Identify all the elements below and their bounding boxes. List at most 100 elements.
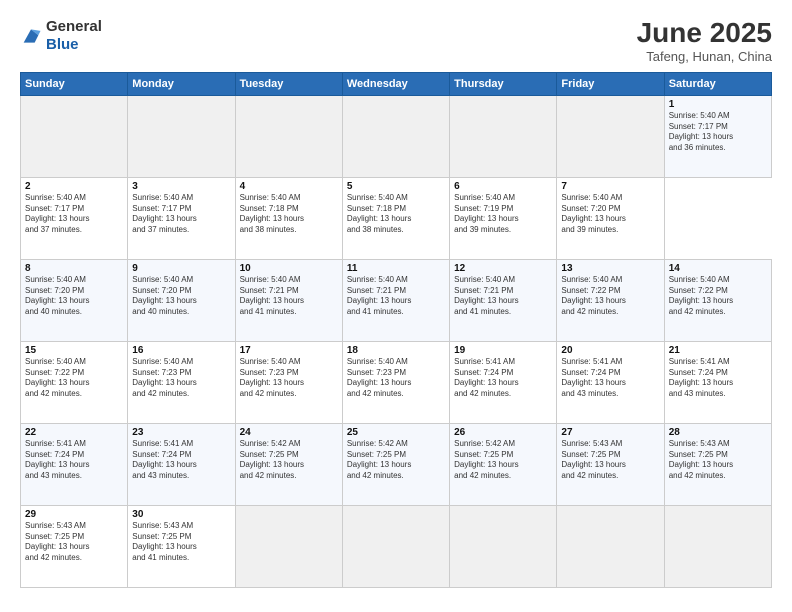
cell-3-2: 17Sunrise: 5:40 AM Sunset: 7:23 PM Dayli…	[235, 341, 342, 423]
header: General Blue June 2025 Tafeng, Hunan, Ch…	[20, 18, 772, 64]
cell-0-2	[235, 95, 342, 177]
cell-1-0: 2Sunrise: 5:40 AM Sunset: 7:17 PM Daylig…	[21, 177, 128, 259]
week-row-2: 2Sunrise: 5:40 AM Sunset: 7:17 PM Daylig…	[21, 177, 772, 259]
cell-1-4: 6Sunrise: 5:40 AM Sunset: 7:19 PM Daylig…	[450, 177, 557, 259]
day-info: Sunrise: 5:43 AM Sunset: 7:25 PM Dayligh…	[669, 439, 767, 482]
cell-2-0: 8Sunrise: 5:40 AM Sunset: 7:20 PM Daylig…	[21, 259, 128, 341]
cell-3-4: 19Sunrise: 5:41 AM Sunset: 7:24 PM Dayli…	[450, 341, 557, 423]
day-number: 7	[561, 181, 659, 192]
day-info: Sunrise: 5:41 AM Sunset: 7:24 PM Dayligh…	[669, 357, 767, 400]
day-info: Sunrise: 5:40 AM Sunset: 7:17 PM Dayligh…	[669, 111, 767, 154]
cell-0-3	[342, 95, 449, 177]
day-info: Sunrise: 5:40 AM Sunset: 7:21 PM Dayligh…	[454, 275, 552, 318]
day-number: 14	[669, 263, 767, 274]
week-row-1: 1Sunrise: 5:40 AM Sunset: 7:17 PM Daylig…	[21, 95, 772, 177]
day-number: 8	[25, 263, 123, 274]
calendar-table: Sunday Monday Tuesday Wednesday Thursday…	[20, 72, 772, 588]
day-number: 24	[240, 427, 338, 438]
cell-0-0	[21, 95, 128, 177]
cell-5-5	[557, 505, 664, 587]
day-number: 16	[132, 345, 230, 356]
day-info: Sunrise: 5:42 AM Sunset: 7:25 PM Dayligh…	[240, 439, 338, 482]
col-thursday: Thursday	[450, 72, 557, 95]
cell-1-5: 7Sunrise: 5:40 AM Sunset: 7:20 PM Daylig…	[557, 177, 664, 259]
cell-4-4: 26Sunrise: 5:42 AM Sunset: 7:25 PM Dayli…	[450, 423, 557, 505]
day-info: Sunrise: 5:41 AM Sunset: 7:24 PM Dayligh…	[132, 439, 230, 482]
day-info: Sunrise: 5:40 AM Sunset: 7:20 PM Dayligh…	[132, 275, 230, 318]
day-info: Sunrise: 5:40 AM Sunset: 7:21 PM Dayligh…	[240, 275, 338, 318]
day-number: 10	[240, 263, 338, 274]
day-number: 11	[347, 263, 445, 274]
day-number: 22	[25, 427, 123, 438]
day-info: Sunrise: 5:43 AM Sunset: 7:25 PM Dayligh…	[132, 521, 230, 564]
cell-4-2: 24Sunrise: 5:42 AM Sunset: 7:25 PM Dayli…	[235, 423, 342, 505]
day-info: Sunrise: 5:40 AM Sunset: 7:18 PM Dayligh…	[240, 193, 338, 236]
day-info: Sunrise: 5:40 AM Sunset: 7:19 PM Dayligh…	[454, 193, 552, 236]
day-number: 26	[454, 427, 552, 438]
cell-3-5: 20Sunrise: 5:41 AM Sunset: 7:24 PM Dayli…	[557, 341, 664, 423]
calendar-header-row: Sunday Monday Tuesday Wednesday Thursday…	[21, 72, 772, 95]
logo-text: General Blue	[46, 18, 102, 54]
cell-2-1: 9Sunrise: 5:40 AM Sunset: 7:20 PM Daylig…	[128, 259, 235, 341]
week-row-5: 22Sunrise: 5:41 AM Sunset: 7:24 PM Dayli…	[21, 423, 772, 505]
title-block: June 2025 Tafeng, Hunan, China	[637, 18, 772, 64]
cell-0-6: 1Sunrise: 5:40 AM Sunset: 7:17 PM Daylig…	[664, 95, 771, 177]
day-number: 23	[132, 427, 230, 438]
cell-4-6: 28Sunrise: 5:43 AM Sunset: 7:25 PM Dayli…	[664, 423, 771, 505]
day-info: Sunrise: 5:43 AM Sunset: 7:25 PM Dayligh…	[561, 439, 659, 482]
day-number: 25	[347, 427, 445, 438]
day-number: 19	[454, 345, 552, 356]
day-number: 27	[561, 427, 659, 438]
day-info: Sunrise: 5:40 AM Sunset: 7:22 PM Dayligh…	[669, 275, 767, 318]
day-info: Sunrise: 5:40 AM Sunset: 7:23 PM Dayligh…	[240, 357, 338, 400]
cell-0-5	[557, 95, 664, 177]
day-number: 5	[347, 181, 445, 192]
day-number: 15	[25, 345, 123, 356]
subtitle: Tafeng, Hunan, China	[637, 49, 772, 64]
day-number: 1	[669, 99, 767, 110]
day-number: 17	[240, 345, 338, 356]
cell-2-5: 13Sunrise: 5:40 AM Sunset: 7:22 PM Dayli…	[557, 259, 664, 341]
day-info: Sunrise: 5:40 AM Sunset: 7:17 PM Dayligh…	[25, 193, 123, 236]
cell-1-1: 3Sunrise: 5:40 AM Sunset: 7:17 PM Daylig…	[128, 177, 235, 259]
day-info: Sunrise: 5:42 AM Sunset: 7:25 PM Dayligh…	[454, 439, 552, 482]
day-number: 9	[132, 263, 230, 274]
week-row-4: 15Sunrise: 5:40 AM Sunset: 7:22 PM Dayli…	[21, 341, 772, 423]
cell-2-2: 10Sunrise: 5:40 AM Sunset: 7:21 PM Dayli…	[235, 259, 342, 341]
col-tuesday: Tuesday	[235, 72, 342, 95]
logo: General Blue	[20, 18, 102, 54]
cell-4-5: 27Sunrise: 5:43 AM Sunset: 7:25 PM Dayli…	[557, 423, 664, 505]
day-number: 29	[25, 509, 123, 520]
day-number: 4	[240, 181, 338, 192]
day-info: Sunrise: 5:40 AM Sunset: 7:17 PM Dayligh…	[132, 193, 230, 236]
col-friday: Friday	[557, 72, 664, 95]
cell-3-1: 16Sunrise: 5:40 AM Sunset: 7:23 PM Dayli…	[128, 341, 235, 423]
col-saturday: Saturday	[664, 72, 771, 95]
day-info: Sunrise: 5:40 AM Sunset: 7:22 PM Dayligh…	[561, 275, 659, 318]
day-number: 13	[561, 263, 659, 274]
cell-5-3	[342, 505, 449, 587]
day-info: Sunrise: 5:43 AM Sunset: 7:25 PM Dayligh…	[25, 521, 123, 564]
day-number: 21	[669, 345, 767, 356]
calendar-body: 1Sunrise: 5:40 AM Sunset: 7:17 PM Daylig…	[21, 95, 772, 587]
day-info: Sunrise: 5:40 AM Sunset: 7:20 PM Dayligh…	[561, 193, 659, 236]
cell-5-0: 29Sunrise: 5:43 AM Sunset: 7:25 PM Dayli…	[21, 505, 128, 587]
day-info: Sunrise: 5:41 AM Sunset: 7:24 PM Dayligh…	[561, 357, 659, 400]
cell-4-3: 25Sunrise: 5:42 AM Sunset: 7:25 PM Dayli…	[342, 423, 449, 505]
cell-3-6: 21Sunrise: 5:41 AM Sunset: 7:24 PM Dayli…	[664, 341, 771, 423]
col-sunday: Sunday	[21, 72, 128, 95]
week-row-3: 8Sunrise: 5:40 AM Sunset: 7:20 PM Daylig…	[21, 259, 772, 341]
col-wednesday: Wednesday	[342, 72, 449, 95]
day-number: 6	[454, 181, 552, 192]
day-number: 30	[132, 509, 230, 520]
day-info: Sunrise: 5:40 AM Sunset: 7:21 PM Dayligh…	[347, 275, 445, 318]
cell-2-3: 11Sunrise: 5:40 AM Sunset: 7:21 PM Dayli…	[342, 259, 449, 341]
day-number: 3	[132, 181, 230, 192]
week-row-6: 29Sunrise: 5:43 AM Sunset: 7:25 PM Dayli…	[21, 505, 772, 587]
main-title: June 2025	[637, 18, 772, 49]
day-info: Sunrise: 5:40 AM Sunset: 7:23 PM Dayligh…	[132, 357, 230, 400]
day-info: Sunrise: 5:41 AM Sunset: 7:24 PM Dayligh…	[25, 439, 123, 482]
cell-5-1: 30Sunrise: 5:43 AM Sunset: 7:25 PM Dayli…	[128, 505, 235, 587]
day-number: 12	[454, 263, 552, 274]
day-info: Sunrise: 5:40 AM Sunset: 7:20 PM Dayligh…	[25, 275, 123, 318]
